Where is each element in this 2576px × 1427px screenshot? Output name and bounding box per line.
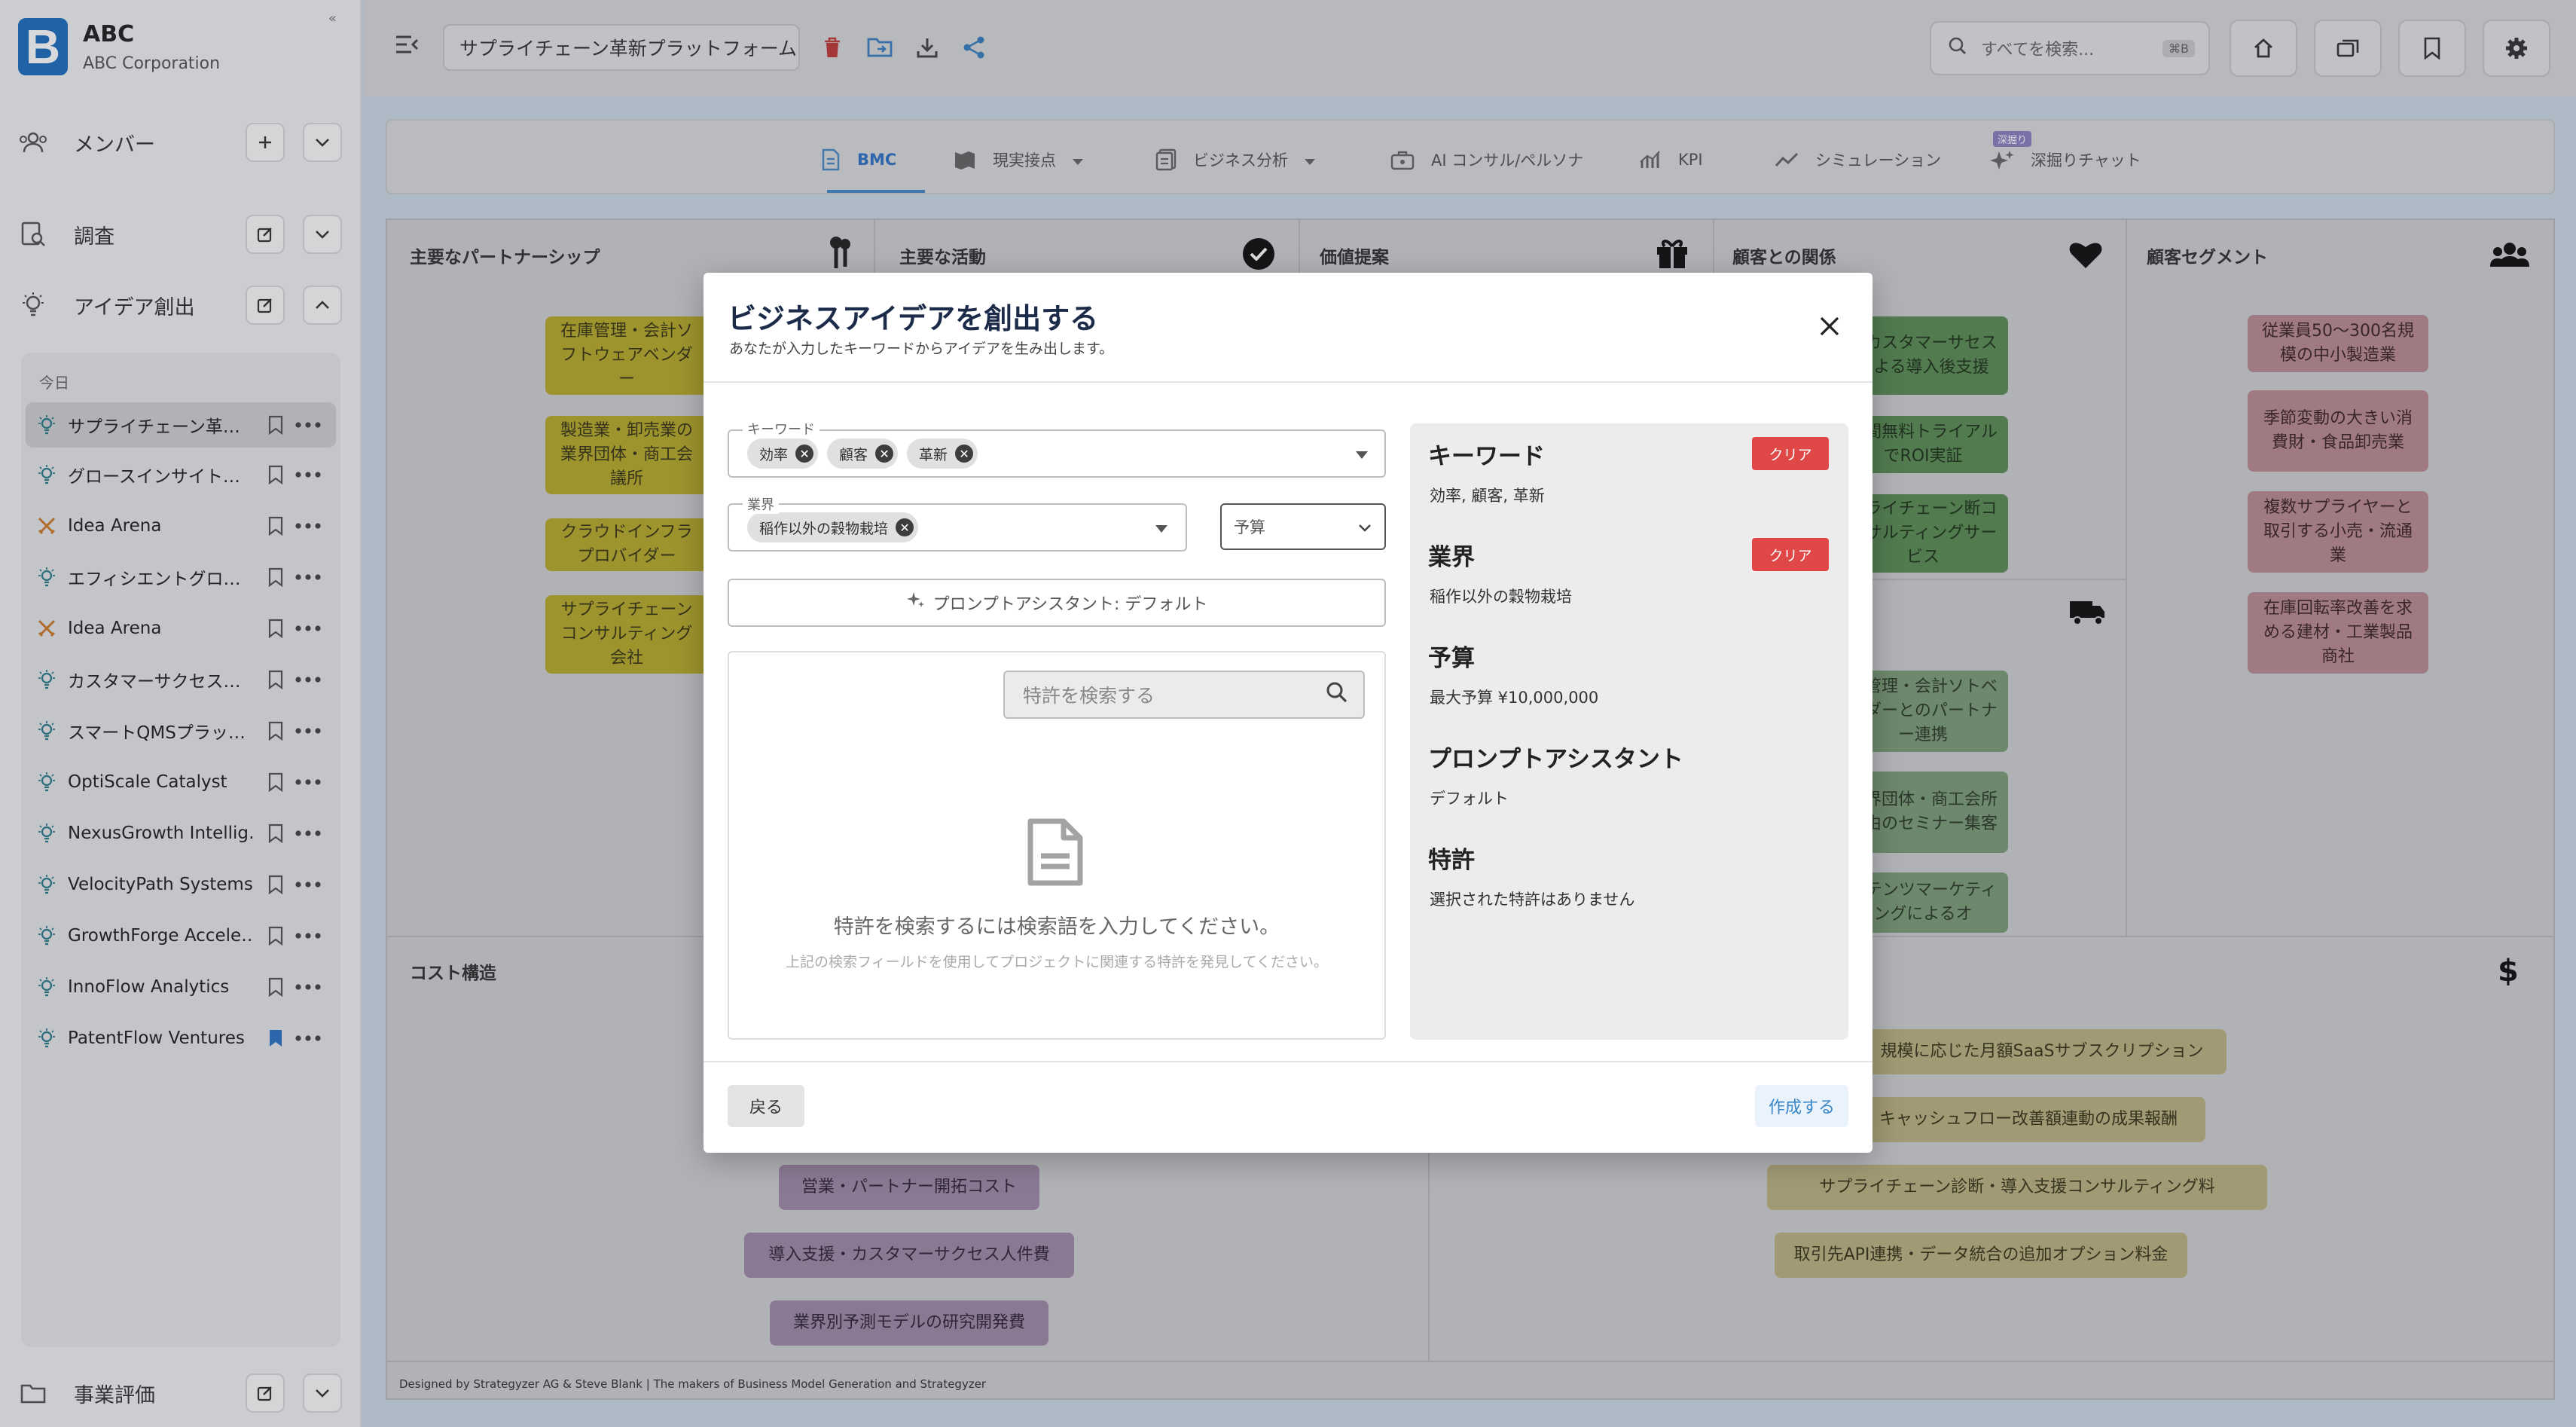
chip-label: 顧客 xyxy=(839,446,868,463)
chip: 革新 ✕ xyxy=(907,438,978,469)
patent-search-input[interactable]: 特許を検索する xyxy=(1003,671,1365,719)
budget-placeholder: 予算 xyxy=(1234,518,1265,536)
industry-field[interactable]: 稲作以外の穀物栽培 ✕ xyxy=(728,503,1187,552)
patent-empty-hint: 上記の検索フィールドを使用してプロジェクトに関連する特許を発見してください。 xyxy=(786,954,1328,970)
back-button[interactable]: 戻る xyxy=(728,1085,804,1127)
keyword-dropdown-icon[interactable] xyxy=(1356,445,1368,463)
chip-remove-icon[interactable]: ✕ xyxy=(875,445,894,463)
patent-empty-title: 特許を検索するには検索語を入力してください。 xyxy=(833,915,1280,939)
summary-panel xyxy=(1410,423,1848,1040)
search-icon[interactable] xyxy=(1326,681,1348,708)
budget-select[interactable]: 予算 xyxy=(1220,503,1386,550)
summary-keyword-value: 効率, 顧客, 革新 xyxy=(1430,487,1545,505)
chevron-down-icon xyxy=(1359,518,1371,536)
chip-label: 稲作以外の穀物栽培 xyxy=(759,520,889,537)
industry-dropdown-icon[interactable] xyxy=(1155,518,1167,537)
prompt-assistant-button[interactable]: プロンプトアシスタント: デフォルト xyxy=(728,579,1386,627)
summary-patent-value: 選択された特許はありません xyxy=(1430,891,1635,909)
modal-footer-divider xyxy=(704,1061,1872,1062)
document-icon xyxy=(1027,818,1083,891)
summary-prompt-value: デフォルト xyxy=(1430,790,1509,808)
sparkle-icon xyxy=(906,591,926,615)
chip: 顧客 ✕ xyxy=(827,438,899,469)
summary-keyword-heading: キーワード xyxy=(1428,443,1545,470)
create-button[interactable]: 作成する xyxy=(1755,1085,1848,1127)
chip-label: 革新 xyxy=(919,446,948,463)
chip-remove-icon[interactable]: ✕ xyxy=(955,445,974,463)
summary-budget-value: 最大予算 ¥10,000,000 xyxy=(1430,689,1599,707)
clear-industry-button[interactable]: クリア xyxy=(1752,538,1829,571)
summary-budget-heading: 予算 xyxy=(1428,645,1475,672)
industry-legend: 業界 xyxy=(743,494,779,514)
summary-prompt-heading: プロンプトアシスタント xyxy=(1428,746,1683,773)
summary-industry-value: 稲作以外の穀物栽培 xyxy=(1430,588,1572,606)
modal-title: ビジネスアイデアを創出する xyxy=(728,302,1099,335)
modal-subtitle: あなたが入力したキーワードからアイデアを生み出します。 xyxy=(729,341,1114,357)
summary-industry-heading: 業界 xyxy=(1428,544,1475,571)
chip-label: 効率 xyxy=(759,446,789,463)
chip: 効率 ✕ xyxy=(747,438,819,469)
keyword-field[interactable]: 効率 ✕ 顧客 ✕ 革新 ✕ xyxy=(728,429,1386,478)
modal-header-divider xyxy=(704,381,1872,383)
keyword-legend: キーワード xyxy=(743,419,819,438)
close-icon[interactable] xyxy=(1812,309,1847,344)
clear-keywords-button[interactable]: クリア xyxy=(1752,437,1829,470)
prompt-assistant-label: プロンプトアシスタント: デフォルト xyxy=(932,595,1208,614)
patent-search-placeholder: 特許を検索する xyxy=(1023,685,1155,707)
chip-remove-icon[interactable]: ✕ xyxy=(896,518,914,536)
summary-patent-heading: 特許 xyxy=(1428,847,1475,874)
chip: 稲作以外の穀物栽培 ✕ xyxy=(747,512,919,542)
chip-remove-icon[interactable]: ✕ xyxy=(795,445,814,463)
